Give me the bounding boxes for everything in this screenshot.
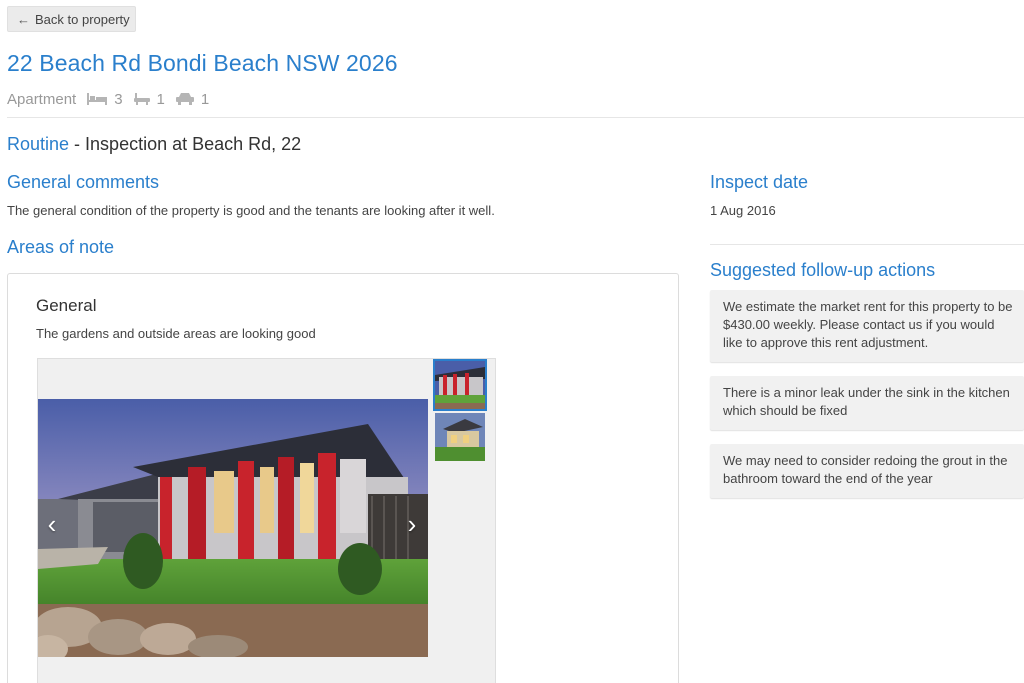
gallery-thumbnail[interactable]: [435, 413, 485, 461]
gallery-main-photo: [38, 399, 428, 657]
bedroom-count: 3: [86, 90, 123, 108]
chevron-left-icon: ‹: [47, 509, 57, 539]
area-title: General: [36, 296, 97, 315]
follow-up-action: There is a minor leak under the sink in …: [710, 376, 1024, 430]
general-comments-heading: General comments: [7, 172, 160, 192]
area-card-general: General The gardens and outside areas ar…: [7, 273, 679, 683]
bathroom-count-value: 1: [156, 90, 165, 108]
header-divider: [7, 117, 1024, 118]
follow-up-action: We estimate the market rent for this pro…: [710, 290, 1024, 362]
chevron-right-icon: ›: [407, 509, 417, 539]
gallery-prev-button[interactable]: ‹: [42, 509, 62, 539]
inspection-heading: Routine - Inspection at Beach Rd, 22: [7, 134, 301, 155]
areas-of-note-heading: Areas of note: [7, 237, 115, 257]
inspect-date-value: 1 Aug 2016: [710, 203, 776, 218]
bedroom-count-value: 3: [114, 90, 123, 108]
back-button-label: Back to property: [35, 11, 130, 27]
sidebar-divider: [710, 244, 1024, 245]
inspection-title: - Inspection at Beach Rd, 22: [69, 134, 302, 154]
back-to-property-button[interactable]: ← Back to property: [7, 6, 136, 32]
bathroom-count: 1: [133, 91, 165, 108]
follow-up-heading: Suggested follow-up actions: [710, 260, 936, 280]
gallery-thumbnail[interactable]: [433, 359, 487, 411]
follow-up-action: We may need to consider redoing the grou…: [710, 444, 1024, 498]
car-space-count-value: 1: [200, 90, 210, 108]
general-comments-text: The general condition of the property is…: [7, 203, 495, 218]
property-type: Apartment: [7, 90, 77, 108]
inspect-date-heading: Inspect date: [710, 172, 809, 192]
arrow-left-icon: ←: [17, 11, 30, 27]
photo-gallery: ‹ ›: [37, 358, 496, 683]
inspection-type-link[interactable]: Routine: [7, 134, 69, 154]
gallery-next-button[interactable]: ›: [402, 509, 422, 539]
bed-icon: [87, 93, 108, 105]
property-address: 22 Beach Rd Bondi Beach NSW 2026: [7, 50, 398, 76]
area-description: The gardens and outside areas are lookin…: [36, 326, 316, 341]
car-icon: [175, 93, 194, 105]
car-space-count: 1: [175, 91, 209, 108]
property-features: Apartment 3 1 1: [7, 88, 219, 110]
bath-icon: [133, 93, 150, 105]
